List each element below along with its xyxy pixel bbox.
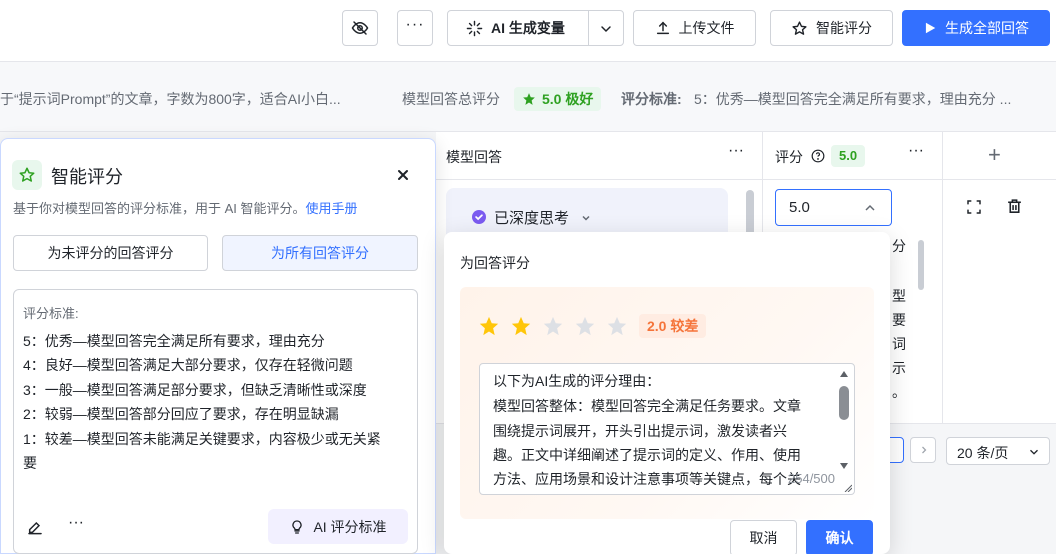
smart-score-button[interactable]: 智能评分 bbox=[770, 10, 893, 46]
reason-scrollbar[interactable] bbox=[838, 368, 850, 490]
upload-file-label: 上传文件 bbox=[678, 20, 735, 36]
score-column-header: 评分 5.0 ··· bbox=[762, 132, 942, 180]
edit-icon[interactable] bbox=[27, 519, 43, 535]
page-size-select[interactable]: 20 条/页 bbox=[946, 437, 1050, 465]
page-size-value: 20 条/页 bbox=[957, 445, 1009, 461]
summary-row: 于“提示词Prompt”的文章，字数为800字，适合AI小白... 模型回答总评… bbox=[0, 62, 1056, 132]
close-icon[interactable] bbox=[397, 169, 409, 181]
play-icon bbox=[925, 22, 936, 34]
score-column-badge: 5.0 bbox=[831, 145, 866, 167]
confirm-button[interactable]: 确认 bbox=[806, 520, 873, 554]
criteria-line: 要 bbox=[23, 455, 37, 471]
more-icon[interactable]: ··· bbox=[68, 514, 84, 532]
rating-badge: 2.0 较差 bbox=[639, 314, 707, 338]
smart-score-label: 智能评分 bbox=[816, 20, 872, 36]
column-more-icon[interactable]: ··· bbox=[728, 142, 744, 160]
hide-toggle-button[interactable] bbox=[342, 10, 378, 46]
score-select-value: 5.0 bbox=[789, 199, 810, 216]
panel-description: 基于你对模型回答的评分标准，用于 AI 智能评分。使用手册 bbox=[13, 201, 358, 216]
prompt-summary: 于“提示词Prompt”的文章，字数为800字，适合AI小白... bbox=[0, 91, 341, 107]
total-score-label: 模型回答总评分 bbox=[402, 91, 500, 107]
help-icon[interactable] bbox=[811, 149, 825, 163]
star-filled-icon[interactable] bbox=[478, 315, 500, 337]
expand-icon[interactable] bbox=[966, 199, 982, 215]
chevron-up-icon bbox=[865, 204, 875, 211]
star-outline-icon bbox=[19, 167, 35, 182]
eye-off-icon bbox=[351, 21, 369, 35]
ai-generate-variable-button[interactable]: AI 生成变量 bbox=[447, 10, 624, 46]
star-filled-icon[interactable] bbox=[510, 315, 532, 337]
criteria-line: 1：较差—模型回答未能满足关键要求，内容极少或无关紧 bbox=[23, 431, 381, 447]
cancel-button[interactable]: 取消 bbox=[730, 520, 797, 554]
scroll-up-icon[interactable] bbox=[839, 370, 849, 378]
next-page-button[interactable] bbox=[910, 437, 936, 463]
chevron-down-icon[interactable] bbox=[580, 212, 592, 224]
score-unscored-button[interactable]: 为未评分的回答评分 bbox=[13, 235, 208, 271]
manual-link[interactable]: 使用手册 bbox=[306, 201, 358, 216]
partial-text-column: 分 型 要 词 示 。 bbox=[892, 238, 906, 400]
sparkle-icon bbox=[466, 20, 483, 36]
score-scrollbar[interactable] bbox=[918, 240, 924, 290]
resize-handle-icon[interactable] bbox=[844, 484, 852, 492]
split-divider bbox=[588, 11, 589, 45]
popover-title: 为回答评分 bbox=[460, 255, 530, 271]
more-button[interactable]: ··· bbox=[397, 10, 433, 46]
criteria-title: 评分标准: bbox=[23, 306, 79, 321]
add-column-header: + bbox=[942, 132, 1056, 180]
check-circle-icon bbox=[472, 210, 486, 224]
star-outline-icon bbox=[792, 20, 807, 35]
upload-file-button[interactable]: 上传文件 bbox=[633, 10, 756, 46]
answer-column-title: 模型回答 bbox=[446, 149, 502, 165]
smart-score-panel: 智能评分 基于你对模型回答的评分标准，用于 AI 智能评分。使用手册 为未评分的… bbox=[0, 138, 436, 554]
bulb-icon bbox=[292, 519, 303, 534]
criteria-label: 评分标准: bbox=[621, 91, 682, 107]
star-empty-icon[interactable] bbox=[542, 315, 564, 337]
ai-criteria-button[interactable]: AI 评分标准 bbox=[268, 509, 408, 544]
score-column-title: 评分 bbox=[775, 149, 803, 165]
criteria-line: 4：良好—模型回答满足大部分要求，仅存在轻微问题 bbox=[23, 357, 353, 373]
criteria-line: 2：较弱—模型回答部分回应了要求，存在明显缺漏 bbox=[23, 406, 339, 422]
generate-all-label: 生成全部回答 bbox=[945, 20, 1029, 36]
more-icon: ··· bbox=[405, 16, 425, 33]
total-score-badge: 5.0 极好 bbox=[514, 87, 602, 111]
scroll-thumb[interactable] bbox=[839, 386, 849, 420]
criteria-line: 5：优秀—模型回答完全满足所有要求，理由充分 bbox=[23, 333, 325, 349]
deep-think-label: 已深度思考 bbox=[494, 210, 570, 227]
column-divider bbox=[942, 180, 943, 424]
criteria-summary: 5：优秀—模型回答完全满足所有要求，理由充分 ... bbox=[694, 91, 1012, 107]
chevron-down-icon[interactable] bbox=[598, 21, 614, 37]
top-toolbar: ··· AI 生成变量 上传文件 智能评分 生成全部回答 bbox=[0, 0, 1056, 62]
star-rating[interactable] bbox=[478, 315, 628, 337]
generate-all-button[interactable]: 生成全部回答 bbox=[902, 10, 1050, 46]
answer-column-header: 模型回答 ··· bbox=[436, 132, 762, 180]
trash-icon[interactable] bbox=[1006, 198, 1023, 215]
upload-icon bbox=[656, 21, 669, 35]
panel-title: 智能评分 bbox=[51, 167, 123, 187]
score-all-button[interactable]: 为所有回答评分 bbox=[222, 235, 418, 271]
chevron-down-icon bbox=[1030, 449, 1038, 455]
ai-generate-variable-label: AI 生成变量 bbox=[491, 20, 565, 36]
scroll-down-icon[interactable] bbox=[839, 462, 849, 470]
criteria-line: 3：一般—模型回答满足部分要求，但缺乏清晰性或深度 bbox=[23, 382, 367, 398]
score-select[interactable]: 5.0 bbox=[775, 189, 892, 226]
chevron-right-icon bbox=[922, 446, 927, 454]
rate-answer-popover: 为回答评分 2.0 较差 以下为AI生成的评分理由： 模型回答整体：模型回答完全… bbox=[444, 232, 890, 554]
star-empty-icon[interactable] bbox=[606, 315, 628, 337]
char-count: 254/500 bbox=[788, 471, 835, 486]
star-empty-icon[interactable] bbox=[574, 315, 596, 337]
add-column-icon[interactable]: + bbox=[988, 142, 1001, 168]
criteria-editor[interactable]: 评分标准: 5：优秀—模型回答完全满足所有要求，理由充分 4：良好—模型回答满足… bbox=[13, 289, 418, 554]
column-more-icon[interactable]: ··· bbox=[908, 142, 924, 160]
star-filled-icon bbox=[523, 93, 535, 105]
rating-area: 2.0 较差 以下为AI生成的评分理由： 模型回答整体：模型回答完全满足任务要求… bbox=[460, 287, 874, 519]
panel-logo bbox=[12, 160, 42, 190]
reason-textarea[interactable]: 以下为AI生成的评分理由： 模型回答整体：模型回答完全满足任务要求。文章 围绕提… bbox=[479, 363, 855, 495]
